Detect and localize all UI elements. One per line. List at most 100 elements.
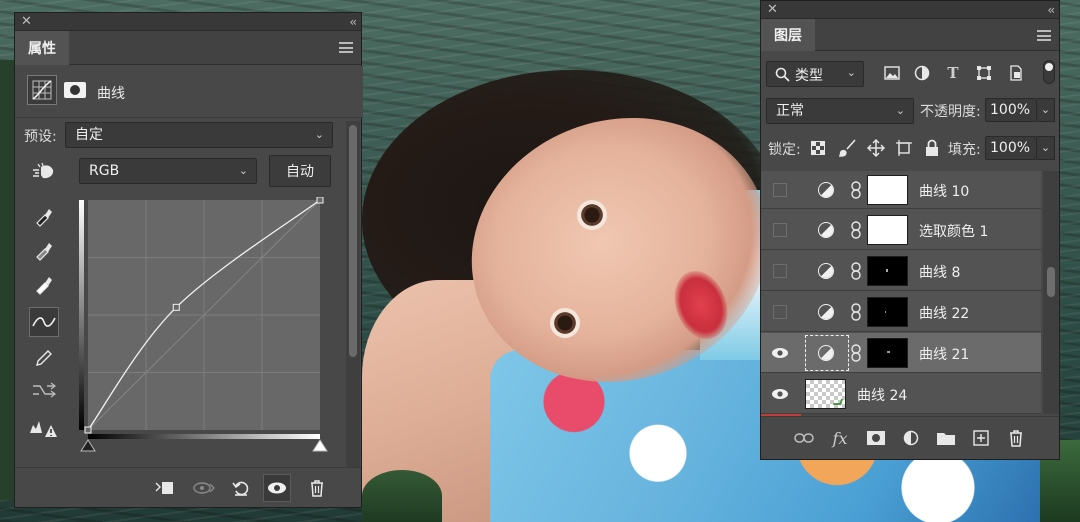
input-gradient-bar: [88, 434, 320, 439]
link-icon[interactable]: [850, 221, 862, 239]
link-icon[interactable]: [850, 181, 862, 199]
visibility-toggle[interactable]: [773, 223, 787, 237]
collapse-icon[interactable]: ‹‹: [349, 13, 356, 31]
output-gradient-bar: [79, 200, 84, 430]
properties-scrollbar[interactable]: [346, 121, 360, 467]
gray-point-eyedropper-icon[interactable]: [29, 235, 59, 265]
layer-mask-thumbnail[interactable]: [867, 338, 908, 368]
preset-value: 自定: [75, 127, 103, 143]
reset-icon[interactable]: [227, 474, 255, 502]
white-input-slider[interactable]: [312, 439, 328, 452]
layers-scrollbar[interactable]: [1043, 171, 1059, 414]
layer-row[interactable]: 选取颜色 1: [761, 210, 1041, 250]
layer-row-selected[interactable]: 曲线 21: [761, 333, 1041, 373]
chevron-down-icon[interactable]: ⌄: [1037, 98, 1055, 122]
curve-point-tool-icon[interactable]: [29, 307, 59, 337]
layer-mask-thumbnail[interactable]: [867, 297, 908, 327]
new-group-folder-icon[interactable]: [935, 427, 957, 449]
layers-tabbar: 图层: [761, 19, 1059, 51]
layer-thumbnail[interactable]: [805, 379, 846, 409]
filter-kind-select[interactable]: 类型 ⌄: [766, 61, 864, 87]
view-previous-state-icon[interactable]: [190, 474, 218, 502]
layer-mask-thumbnail[interactable]: [867, 256, 908, 286]
photo-leaf-left: [0, 60, 14, 500]
visibility-toggle[interactable]: [773, 183, 787, 197]
opacity-input[interactable]: 100%: [985, 98, 1037, 122]
curve-control-point[interactable]: [316, 197, 324, 204]
fill-label: 填充:: [948, 142, 981, 158]
close-icon[interactable]: ✕: [767, 1, 778, 19]
channel-select[interactable]: RGB ⌄: [79, 158, 257, 184]
link-layers-icon[interactable]: [793, 427, 815, 449]
lock-image-pixels-icon[interactable]: [839, 139, 857, 157]
layer-row[interactable]: 曲线 22: [761, 292, 1041, 332]
lock-label: 锁定:: [768, 142, 801, 158]
layer-mask-thumbnail[interactable]: [867, 175, 908, 205]
black-point-eyedropper-icon[interactable]: [29, 201, 59, 231]
target-adjust-hand-icon[interactable]: [29, 157, 59, 187]
add-mask-icon[interactable]: [865, 427, 887, 449]
clip-to-layer-icon[interactable]: [151, 474, 179, 502]
new-adjustment-layer-icon[interactable]: [900, 427, 922, 449]
curves-adjustment-icon[interactable]: [27, 75, 57, 105]
type-layer-filter-icon[interactable]: T: [943, 63, 963, 83]
layer-name[interactable]: 曲线 8: [919, 262, 960, 282]
trash-icon[interactable]: [303, 474, 331, 502]
black-input-slider[interactable]: [80, 439, 96, 452]
visibility-eye-icon[interactable]: [771, 386, 789, 402]
layer-mask-thumbnail[interactable]: [867, 215, 908, 245]
layer-name[interactable]: 曲线 10: [919, 181, 969, 201]
clipping-warning-icon[interactable]: [29, 413, 59, 443]
layer-name[interactable]: 曲线 21: [919, 344, 969, 364]
mask-icon[interactable]: [64, 82, 86, 98]
new-layer-icon[interactable]: [970, 427, 992, 449]
smart-object-filter-icon[interactable]: [1006, 63, 1026, 83]
layer-row[interactable]: 曲线 8: [761, 251, 1041, 291]
chevron-down-icon[interactable]: ⌄: [1037, 136, 1055, 160]
smooth-curve-icon[interactable]: [29, 375, 59, 405]
layer-name[interactable]: 曲线 24: [857, 385, 907, 405]
lock-all-icon[interactable]: [924, 139, 940, 157]
visibility-toggle[interactable]: [773, 305, 787, 319]
properties-header: 曲线: [15, 66, 363, 118]
scrollbar-thumb[interactable]: [1047, 267, 1055, 297]
filter-toggle[interactable]: [1043, 60, 1055, 84]
lock-artboard-icon[interactable]: [895, 139, 913, 157]
layer-name[interactable]: 曲线 22: [919, 303, 969, 323]
link-icon[interactable]: [850, 344, 862, 362]
layer-row[interactable]: 曲线 10: [761, 171, 1041, 209]
preset-select[interactable]: 自定 ⌄: [65, 122, 333, 148]
pencil-icon[interactable]: [29, 343, 59, 373]
tab-properties[interactable]: 属性: [15, 31, 69, 65]
link-icon[interactable]: [850, 262, 862, 280]
opacity-label: 不透明度:: [920, 104, 981, 120]
tab-layers[interactable]: 图层: [761, 19, 815, 51]
auto-button[interactable]: 自动: [269, 155, 331, 187]
layer-style-fx-icon[interactable]: fx: [829, 427, 851, 449]
curve-control-point[interactable]: [84, 426, 92, 434]
panel-menu-icon[interactable]: [339, 42, 353, 53]
layers-list: 曲线 10 选取颜色 1 曲线 8 曲线 22 曲线 21 曲线 24: [761, 171, 1041, 414]
visibility-eye-icon[interactable]: [263, 474, 291, 502]
lock-transparent-pixels-icon[interactable]: [811, 141, 825, 155]
layer-row[interactable]: 曲线 24: [761, 374, 1041, 414]
collapse-icon[interactable]: ‹‹: [1047, 1, 1054, 19]
trash-icon[interactable]: [1005, 427, 1027, 449]
fill-input[interactable]: 100%: [985, 136, 1037, 160]
blend-mode-select[interactable]: 正常 ⌄: [766, 98, 914, 124]
visibility-toggle[interactable]: [773, 264, 787, 278]
panel-menu-icon[interactable]: [1037, 30, 1051, 41]
scrollbar-thumb[interactable]: [349, 125, 357, 357]
pixel-layer-filter-icon[interactable]: [882, 63, 902, 83]
curve-control-point[interactable]: [172, 303, 180, 311]
close-icon[interactable]: ✕: [21, 13, 32, 31]
chevron-down-icon: ⌄: [895, 104, 905, 117]
curves-graph[interactable]: [78, 197, 340, 455]
shape-layer-filter-icon[interactable]: [974, 63, 994, 83]
layer-name[interactable]: 选取颜色 1: [919, 221, 988, 241]
adjustment-layer-filter-icon[interactable]: [912, 63, 932, 83]
link-icon[interactable]: [850, 303, 862, 321]
lock-position-icon[interactable]: [867, 139, 885, 157]
white-point-eyedropper-icon[interactable]: [29, 269, 59, 299]
visibility-eye-icon[interactable]: [771, 345, 789, 361]
